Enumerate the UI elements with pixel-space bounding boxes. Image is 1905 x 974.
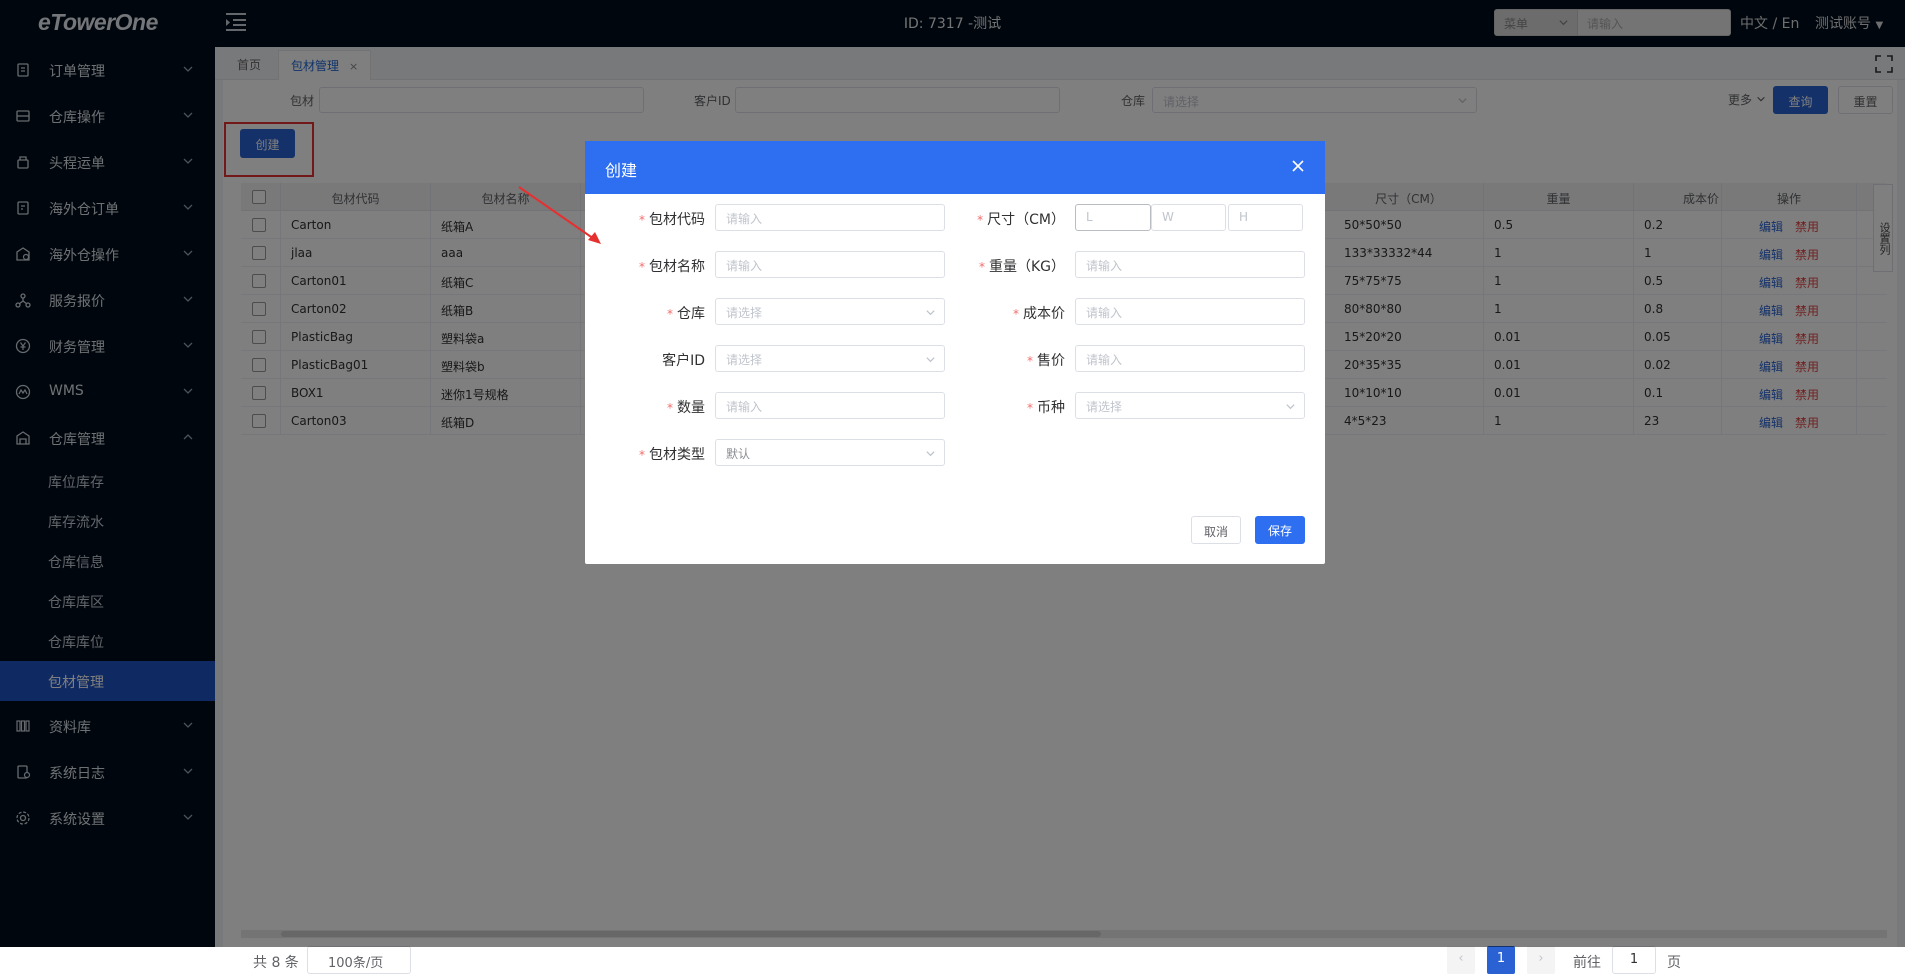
size-height-input[interactable]: H	[1228, 204, 1303, 231]
required-mark: *	[977, 213, 984, 227]
modal-field-label-text: 客户ID	[662, 353, 705, 369]
required-mark: *	[639, 260, 645, 274]
modal-field-label: * 重量（KG）	[945, 256, 1065, 276]
modal-field-label: * 仓库	[585, 303, 705, 323]
modal-field-label: * 包材名称	[585, 256, 705, 276]
modal-field-select[interactable]: 请选择	[1075, 392, 1305, 419]
chevron-down-icon	[926, 451, 935, 457]
modal-field-label: * 币种	[945, 397, 1065, 417]
modal-title: 创建	[605, 161, 638, 180]
modal-field-label-text: 尺寸（CM）	[987, 212, 1065, 228]
modal-field-placeholder: 请输入	[726, 400, 763, 414]
create-modal: 创建 * 包材代码 请输入 * 包材名称 请输入 * 仓库 请选择 客户ID 请选择 * 数量 请输入 * 包…	[585, 141, 1325, 564]
required-mark: *	[667, 307, 673, 321]
chevron-down-icon	[926, 310, 935, 316]
pagination-total: 共 8 条	[253, 955, 299, 971]
goto-page-input[interactable]: 1	[1612, 946, 1656, 974]
modal-field-input[interactable]: 请输入	[1075, 298, 1305, 325]
modal-field-label: * 数量	[585, 397, 705, 417]
modal-field-label-text: 成本价	[1023, 306, 1065, 322]
modal-field-placeholder: 请输入	[726, 259, 763, 273]
required-mark: *	[639, 213, 645, 227]
page-size-select[interactable]: 100条/页	[307, 946, 411, 974]
size-length-input[interactable]: L	[1075, 204, 1151, 231]
modal-field-label: * 包材类型	[585, 444, 705, 464]
goto-page-suffix: 页	[1667, 955, 1681, 971]
modal-field-label-text: 包材类型	[649, 447, 705, 463]
modal-field-label-text: 重量（KG）	[988, 259, 1065, 275]
modal-field-placeholder: 请选择	[726, 306, 763, 320]
modal-field-placeholder: 请选择	[1086, 400, 1123, 414]
modal-field-placeholder: 请输入	[726, 212, 763, 226]
modal-field-placeholder: 请输入	[1086, 353, 1123, 367]
required-mark: *	[1013, 307, 1019, 321]
page-number-current[interactable]: 1	[1487, 946, 1515, 974]
modal-field-label-text: 包材代码	[649, 212, 705, 228]
modal-field-label-text: 币种	[1037, 400, 1065, 416]
modal-field-label: * 尺寸（CM）	[945, 209, 1065, 229]
modal-field-select[interactable]: 默认	[715, 439, 945, 466]
annotation-arrow	[518, 186, 601, 244]
modal-field-label-text: 数量	[677, 400, 705, 416]
modal-field-input[interactable]: 请输入	[715, 204, 945, 231]
modal-field-placeholder: 默认	[726, 447, 751, 461]
modal-field-label: 客户ID	[585, 350, 705, 370]
required-mark: *	[1027, 401, 1033, 415]
modal-field-label: * 售价	[945, 350, 1065, 370]
modal-field-input[interactable]: 请输入	[1075, 345, 1305, 372]
required-mark: *	[639, 448, 645, 462]
modal-field-placeholder: 请输入	[1086, 259, 1123, 273]
required-mark: *	[978, 260, 985, 274]
modal-field-label: * 成本价	[945, 303, 1065, 323]
modal-field-placeholder: 请选择	[726, 353, 763, 367]
modal-field-label-text: 售价	[1037, 353, 1065, 369]
chevron-down-icon	[1286, 404, 1295, 410]
required-mark: *	[1027, 354, 1033, 368]
goto-label: 前往	[1573, 955, 1601, 971]
prev-page-button[interactable]: ‹	[1447, 946, 1475, 974]
modal-header: 创建	[585, 141, 1325, 194]
required-mark: *	[667, 401, 673, 415]
modal-field-select[interactable]: 请选择	[715, 345, 945, 372]
modal-field-label-text: 仓库	[677, 306, 705, 322]
modal-field-input[interactable]: 请输入	[1075, 251, 1305, 278]
size-width-input[interactable]: W	[1151, 204, 1226, 231]
modal-field-label-text: 包材名称	[649, 259, 705, 275]
modal-field-select[interactable]: 请选择	[715, 298, 945, 325]
close-icon[interactable]	[1291, 159, 1305, 173]
chevron-down-icon	[926, 357, 935, 363]
cancel-button[interactable]: 取消	[1191, 516, 1241, 544]
modal-field-input[interactable]: 请输入	[715, 251, 945, 278]
next-page-button[interactable]: ›	[1527, 946, 1555, 974]
modal-field-placeholder: 请输入	[1086, 306, 1123, 320]
save-button[interactable]: 保存	[1255, 516, 1305, 544]
modal-field-input[interactable]: 请输入	[715, 392, 945, 419]
